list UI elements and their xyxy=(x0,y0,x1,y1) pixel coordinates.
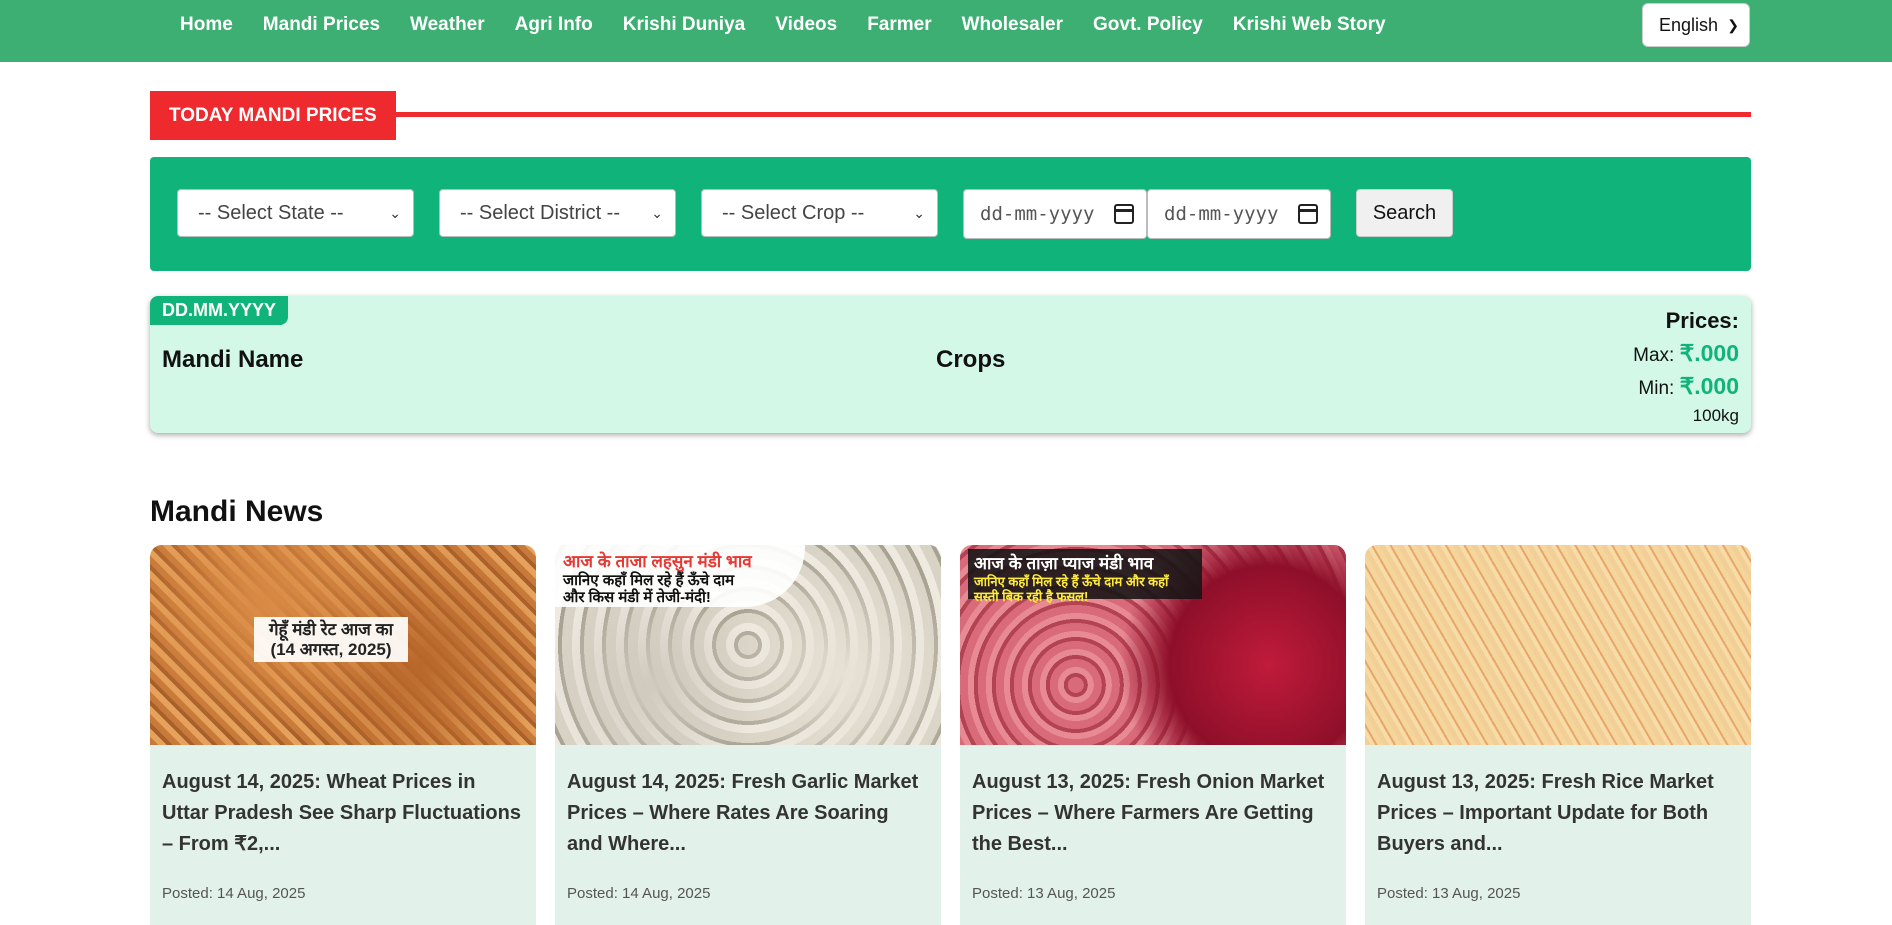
district-select[interactable]: -- Select District -- ⌄ xyxy=(439,189,676,237)
to-date-input[interactable]: dd-mm-yyyy xyxy=(1147,189,1331,239)
to-date-placeholder: dd-mm-yyyy xyxy=(1164,203,1279,225)
nav-weather[interactable]: Weather xyxy=(410,14,485,36)
calendar-icon[interactable] xyxy=(1114,204,1134,224)
news-image-caption: गेहूँ मंडी रेट आज का (14 अगस्त, 2025) xyxy=(254,617,408,662)
top-navbar: Home Mandi Prices Weather Agri Info Kris… xyxy=(0,0,1892,62)
crops-header: Crops xyxy=(936,346,1006,373)
filter-bar: -- Select State -- ⌄ -- Select District … xyxy=(150,157,1751,271)
news-card[interactable]: आज के ताजा लहसुन मंडी भाव जानिए कहाँ मिल… xyxy=(555,545,941,925)
news-headline[interactable]: August 14, 2025: Fresh Garlic Market Pri… xyxy=(567,767,929,860)
chevron-down-icon: ❯ xyxy=(1727,16,1739,33)
news-image-text: गेहूँ मंडी रेट आज का xyxy=(268,620,394,639)
min-price-row: Min: ₹.000 xyxy=(1633,371,1739,404)
nav-wholesaler[interactable]: Wholesaler xyxy=(962,14,1063,36)
min-price-value: ₹.000 xyxy=(1679,373,1739,399)
news-image-caption: आज के ताजा लहसुन मंडी भाव जानिए कहाँ मिल… xyxy=(555,545,805,607)
nav-farmer[interactable]: Farmer xyxy=(867,14,931,36)
chevron-down-icon: ⌄ xyxy=(913,204,925,221)
news-headline[interactable]: August 13, 2025: Fresh Onion Market Pric… xyxy=(972,767,1334,860)
news-card[interactable]: आज के ताज़ा प्याज मंडी भाव जानिए कहाँ मि… xyxy=(960,545,1346,925)
section-divider xyxy=(390,112,1751,117)
news-image-text: और किस मंडी में तेजी-मंदी! xyxy=(563,589,711,606)
chevron-down-icon: ⌄ xyxy=(389,204,401,221)
prices-block: Prices: Max: ₹.000 Min: ₹.000 100kg xyxy=(1633,308,1739,426)
news-card[interactable]: गेहूँ मंडी रेट आज का (14 अगस्त, 2025) Au… xyxy=(150,545,536,925)
crop-select-value: -- Select Crop -- xyxy=(722,201,865,224)
news-image-text: जानिए कहाँ मिल रहे हैं ऊँचे दाम xyxy=(563,572,735,589)
news-posted-date: Posted: 13 Aug, 2025 xyxy=(972,885,1116,902)
from-date-input[interactable]: dd-mm-yyyy xyxy=(963,189,1147,239)
news-image-text: आज के ताजा लहसुन मंडी भाव xyxy=(563,552,752,571)
state-select[interactable]: -- Select State -- ⌄ xyxy=(177,189,414,237)
news-image-wheat[interactable]: गेहूँ मंडी रेट आज का (14 अगस्त, 2025) xyxy=(150,545,536,745)
news-section-title: Mandi News xyxy=(150,495,324,528)
news-posted-date: Posted: 14 Aug, 2025 xyxy=(162,885,306,902)
news-headline[interactable]: August 13, 2025: Fresh Rice Market Price… xyxy=(1377,767,1739,860)
mandi-name-header: Mandi Name xyxy=(162,346,304,373)
state-select-value: -- Select State -- xyxy=(198,201,344,224)
max-price-row: Max: ₹.000 xyxy=(1633,338,1739,371)
section-title: TODAY MANDI PRICES xyxy=(150,91,396,140)
prices-title: Prices: xyxy=(1665,308,1739,333)
nav-govt-policy[interactable]: Govt. Policy xyxy=(1093,14,1203,36)
language-select[interactable]: English ❯ xyxy=(1642,3,1750,47)
district-select-value: -- Select District -- xyxy=(460,201,620,224)
max-label: Max: xyxy=(1633,345,1675,366)
nav-krishi-web-story[interactable]: Krishi Web Story xyxy=(1233,14,1386,36)
search-button[interactable]: Search xyxy=(1356,189,1453,237)
news-image-text: (14 अगस्त, 2025) xyxy=(270,640,392,659)
chevron-down-icon: ⌄ xyxy=(651,204,663,221)
price-unit: 100kg xyxy=(1692,406,1739,425)
nav-agri-info[interactable]: Agri Info xyxy=(515,14,593,36)
price-card: DD.MM.YYYY Mandi Name Crops Prices: Max:… xyxy=(150,296,1751,433)
news-card[interactable]: August 13, 2025: Fresh Rice Market Price… xyxy=(1365,545,1751,925)
nav-mandi-prices[interactable]: Mandi Prices xyxy=(263,14,380,36)
crop-select[interactable]: -- Select Crop -- ⌄ xyxy=(701,189,938,237)
from-date-placeholder: dd-mm-yyyy xyxy=(980,203,1095,225)
nav-videos[interactable]: Videos xyxy=(775,14,837,36)
date-badge: DD.MM.YYYY xyxy=(150,296,289,325)
news-image-text: सस्ती बिक रही है फसल! xyxy=(974,589,1089,604)
news-image-garlic[interactable]: आज के ताजा लहसुन मंडी भाव जानिए कहाँ मिल… xyxy=(555,545,941,745)
nav-krishi-duniya[interactable]: Krishi Duniya xyxy=(623,14,745,36)
calendar-icon[interactable] xyxy=(1298,204,1318,224)
news-posted-date: Posted: 14 Aug, 2025 xyxy=(567,885,711,902)
news-image-text: जानिए कहाँ मिल रहे हैं ऊँचे दाम और कहाँ xyxy=(974,574,1169,589)
news-image-caption: आज के ताज़ा प्याज मंडी भाव जानिए कहाँ मि… xyxy=(968,549,1202,604)
nav-home[interactable]: Home xyxy=(180,14,233,36)
language-select-value: English xyxy=(1659,14,1719,35)
news-image-text: आज के ताज़ा प्याज मंडी भाव xyxy=(974,554,1154,573)
news-image-onion[interactable]: आज के ताज़ा प्याज मंडी भाव जानिए कहाँ मि… xyxy=(960,545,1346,745)
max-price-value: ₹.000 xyxy=(1679,340,1739,366)
news-image-rice[interactable] xyxy=(1365,545,1751,745)
news-headline[interactable]: August 14, 2025: Wheat Prices in Uttar P… xyxy=(162,767,524,860)
nav-links: Home Mandi Prices Weather Agri Info Kris… xyxy=(165,0,1401,50)
news-posted-date: Posted: 13 Aug, 2025 xyxy=(1377,885,1521,902)
section-header: TODAY MANDI PRICES xyxy=(150,91,1751,140)
min-label: Min: xyxy=(1638,378,1675,399)
